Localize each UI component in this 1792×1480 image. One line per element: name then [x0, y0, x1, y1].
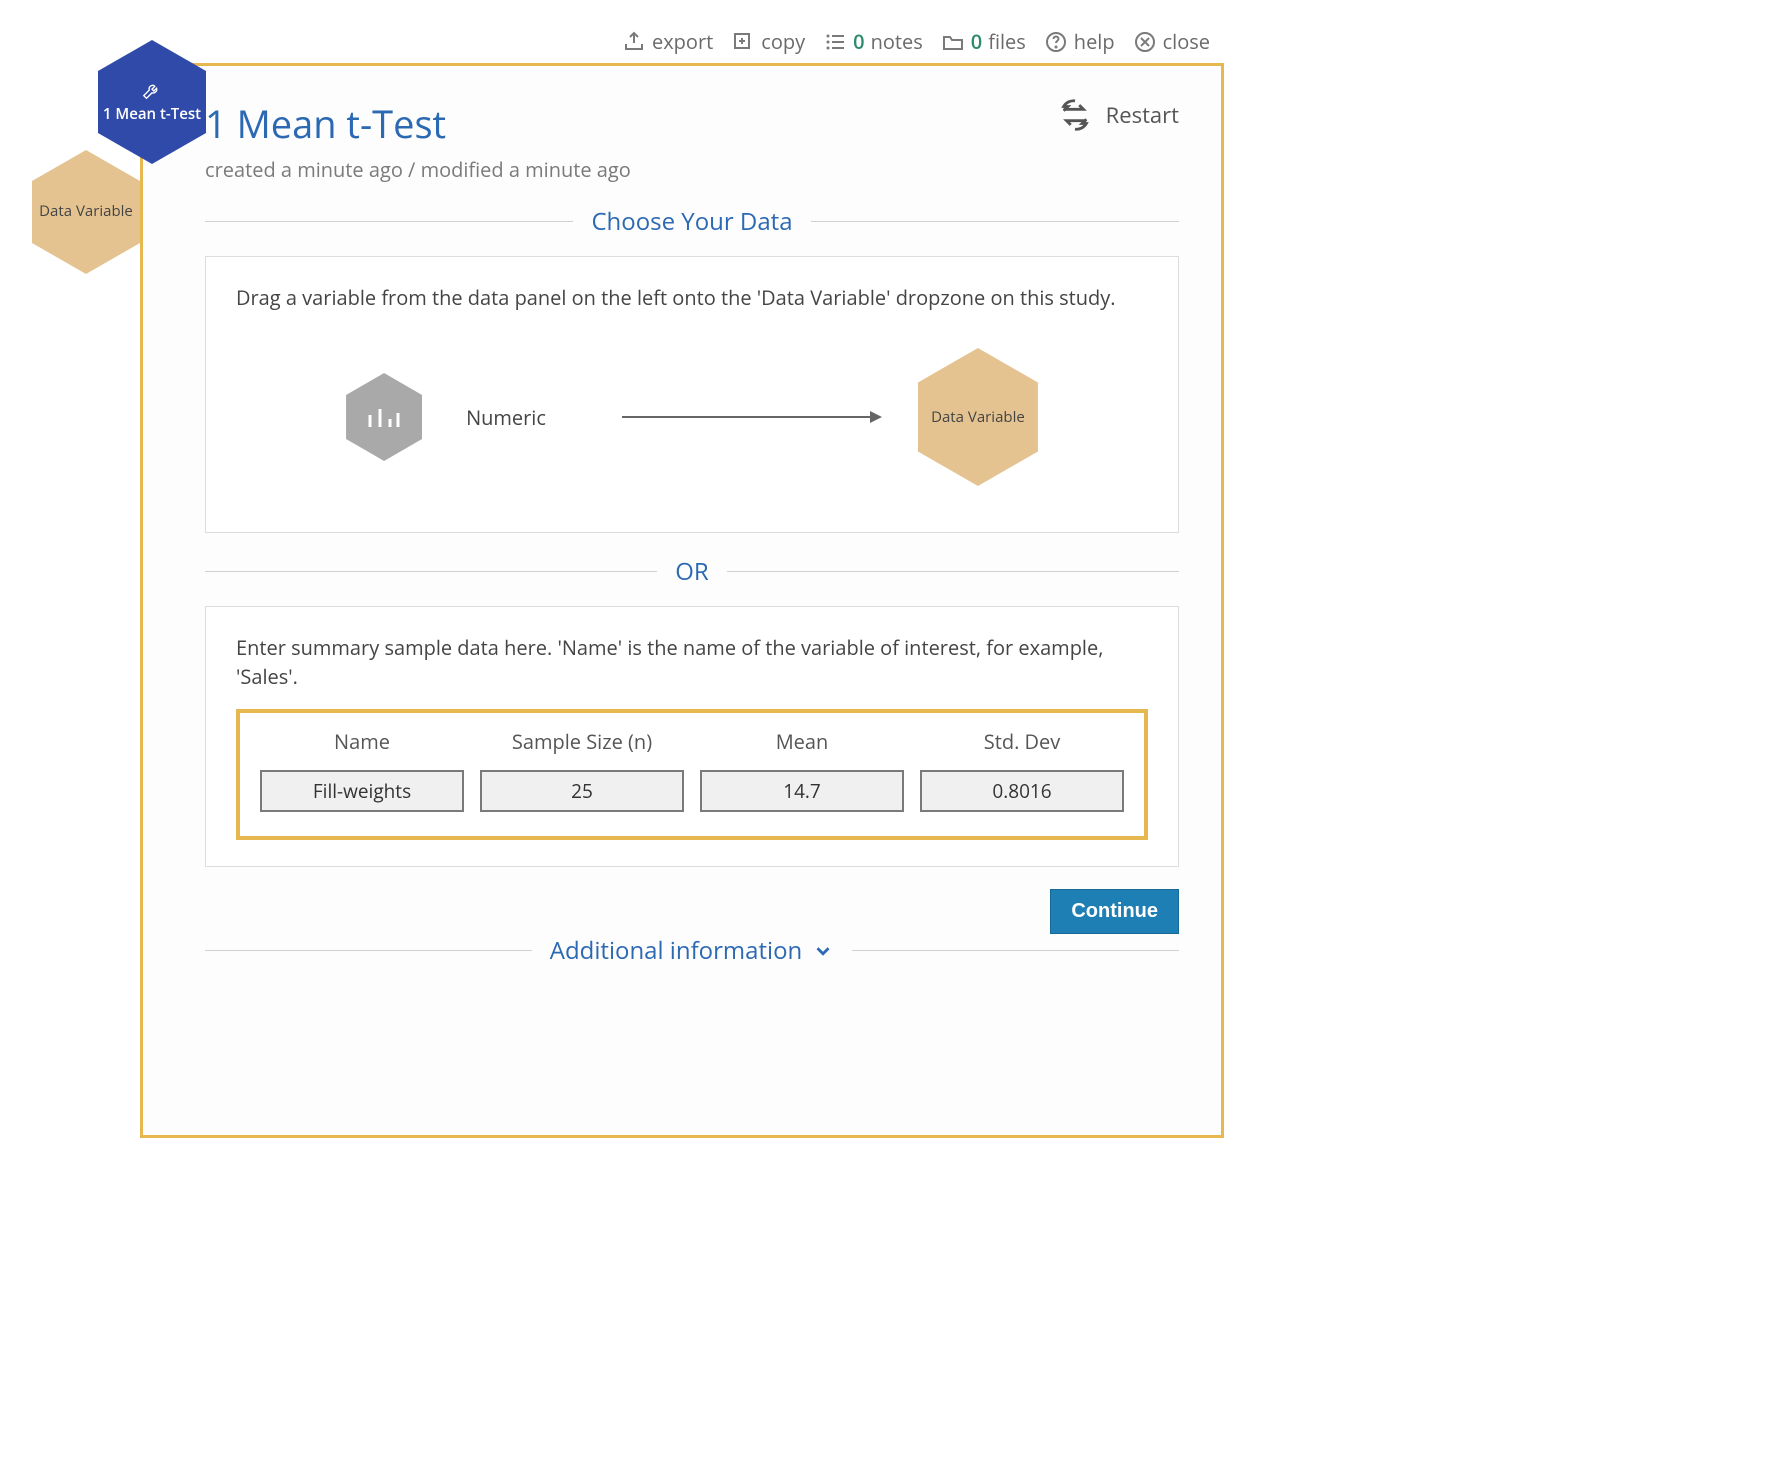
summary-input-row: Name Sample Size (n) Mean Std. Dev	[236, 709, 1148, 840]
export-icon	[622, 30, 646, 54]
page-title: 1 Mean t-Test	[205, 98, 631, 150]
col-stddev-label: Std. Dev	[920, 727, 1124, 756]
help-icon	[1044, 30, 1068, 54]
additional-toggle[interactable]: Additional information	[550, 934, 834, 967]
numeric-hex-icon[interactable]	[346, 373, 422, 461]
notes-icon	[823, 30, 847, 54]
restart-label: Restart	[1106, 100, 1179, 130]
step-hex-data-variable-label: Data Variable	[39, 203, 133, 220]
notes-label: notes	[871, 28, 923, 55]
folder-icon	[941, 30, 965, 54]
drag-card: Drag a variable from the data panel on t…	[205, 256, 1179, 533]
files-button[interactable]: 0files	[941, 28, 1026, 55]
dropzone-data-variable[interactable]: Data Variable	[918, 348, 1038, 486]
step-hex-data-variable[interactable]: Data Variable	[32, 150, 140, 274]
section-choose-data-label: Choose Your Data	[591, 205, 792, 238]
dropzone-label: Data Variable	[931, 408, 1025, 426]
notes-button[interactable]: 0 notes	[823, 28, 923, 55]
export-button[interactable]: export	[622, 28, 713, 55]
restart-button[interactable]: Restart	[1058, 98, 1179, 132]
close-icon	[1133, 30, 1157, 54]
drag-instruction: Drag a variable from the data panel on t…	[236, 283, 1148, 312]
close-label: close	[1163, 28, 1210, 55]
panel-header: 1 Mean t-Test created a minute ago / mod…	[205, 98, 1179, 183]
files-label: files	[988, 28, 1026, 55]
export-label: export	[652, 28, 713, 55]
wrench-icon	[141, 80, 163, 102]
restart-icon	[1058, 98, 1092, 132]
additional-label: Additional information	[550, 934, 802, 967]
col-mean-label: Mean	[700, 727, 904, 756]
files-count: 0	[971, 28, 982, 55]
close-button[interactable]: close	[1133, 28, 1210, 55]
chevron-down-icon	[812, 940, 834, 962]
arrow-icon	[622, 407, 882, 427]
continue-button[interactable]: Continue	[1050, 889, 1179, 934]
numeric-label: Numeric	[466, 403, 546, 432]
help-label: help	[1074, 28, 1115, 55]
top-toolbar: export copy 0notes 0files help close	[20, 20, 1224, 63]
name-field[interactable]	[260, 770, 464, 812]
section-choose-data: Choose Your Data	[205, 205, 1179, 238]
page-subtitle: created a minute ago / modified a minute…	[205, 156, 631, 183]
summary-instruction: Enter summary sample data here. 'Name' i…	[236, 633, 1148, 691]
col-sample-size-label: Sample Size (n)	[480, 727, 684, 756]
copy-button[interactable]: copy	[731, 28, 805, 55]
bar-chart-icon	[366, 403, 402, 431]
copy-icon	[731, 30, 755, 54]
section-or-label: OR	[675, 555, 708, 588]
section-additional: Additional information	[205, 934, 1179, 967]
notes-count: 0	[853, 28, 864, 55]
mean-field[interactable]	[700, 770, 904, 812]
section-or: OR	[205, 555, 1179, 588]
col-name-label: Name	[260, 727, 464, 756]
step-hex-test-label: 1 Mean t-Test	[103, 106, 201, 123]
summary-card: Enter summary sample data here. 'Name' i…	[205, 606, 1179, 867]
sample-size-field[interactable]	[480, 770, 684, 812]
help-button[interactable]: help	[1044, 28, 1115, 55]
copy-label: copy	[761, 28, 805, 55]
stddev-field[interactable]	[920, 770, 1124, 812]
main-panel: 1 Mean t-Test created a minute ago / mod…	[140, 63, 1224, 1138]
